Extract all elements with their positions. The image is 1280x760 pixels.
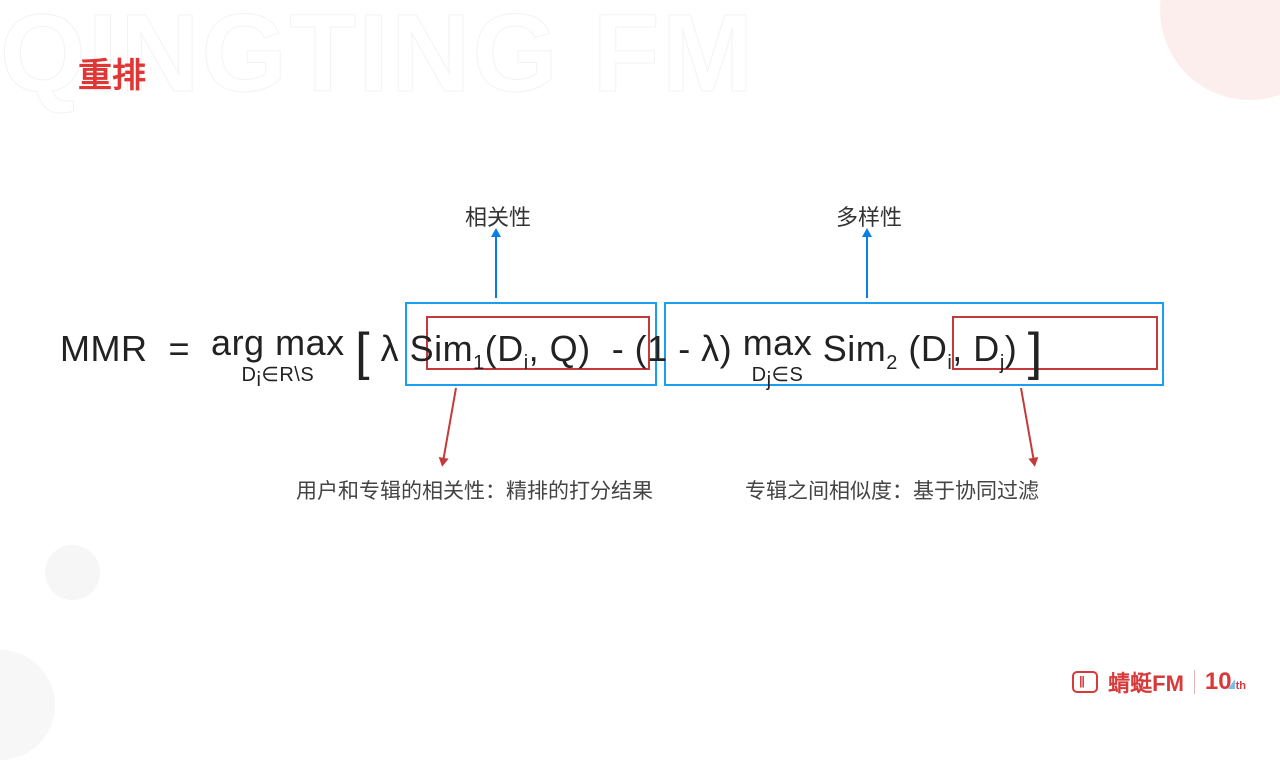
formula-max2-sub: Dj∈S	[743, 362, 813, 392]
mmr-formula: MMR = arg max Di∈R\S [ λ Sim1(Di, Q) - (…	[60, 322, 1043, 392]
formula-argmax-sub: Di∈R\S	[211, 362, 345, 392]
formula-sim1-sub: 1	[473, 352, 485, 374]
formula-lambda: λ	[381, 328, 400, 369]
formula-argmax: arg max Di∈R\S	[211, 322, 345, 392]
formula-eq: =	[169, 328, 191, 369]
formula-right-bracket: ]	[1028, 323, 1043, 381]
formula-sim1: Sim	[410, 328, 474, 369]
arrow-up-diversity	[866, 236, 868, 298]
formula-args1: (Di, Q)	[485, 328, 591, 369]
brand-name: 蜻蜓FM	[1108, 666, 1184, 698]
formula-left-bracket: [	[355, 323, 370, 381]
decor-circle-top-right	[1160, 0, 1280, 100]
arrow-down-sim1	[443, 388, 457, 459]
anniv-triangle-icon	[1228, 679, 1235, 689]
formula-max2: max Dj∈S	[743, 322, 813, 392]
footer-brand: 蜻蜓FM 10th	[1072, 666, 1246, 698]
label-user-album-relevance: 用户和专辑的相关性：精排的打分结果	[296, 475, 653, 505]
slide-title: 重排	[78, 48, 146, 97]
formula-lhs: MMR	[60, 328, 147, 369]
arrow-down-sim2	[1020, 388, 1034, 459]
arrow-up-relevance	[495, 236, 497, 298]
anniversary-badge: 10th	[1205, 668, 1246, 696]
anniv-suffix: th	[1236, 680, 1246, 692]
formula-stage: 相关性 多样性 MMR = arg max Di∈R\S [ λ Sim1(Di…	[0, 200, 1280, 540]
footer-separator	[1194, 670, 1195, 694]
decor-circle-1	[0, 650, 55, 760]
formula-sim2-sub: 2	[886, 352, 898, 374]
qingting-logo-icon	[1072, 671, 1098, 693]
formula-sim2: Sim	[823, 328, 887, 369]
decor-circle-2	[45, 545, 100, 600]
formula-args2: (Di, Dj)	[898, 328, 1017, 369]
formula-minus: - (1 - λ)	[612, 328, 732, 369]
label-album-similarity: 专辑之间相似度：基于协同过滤	[745, 475, 1039, 505]
